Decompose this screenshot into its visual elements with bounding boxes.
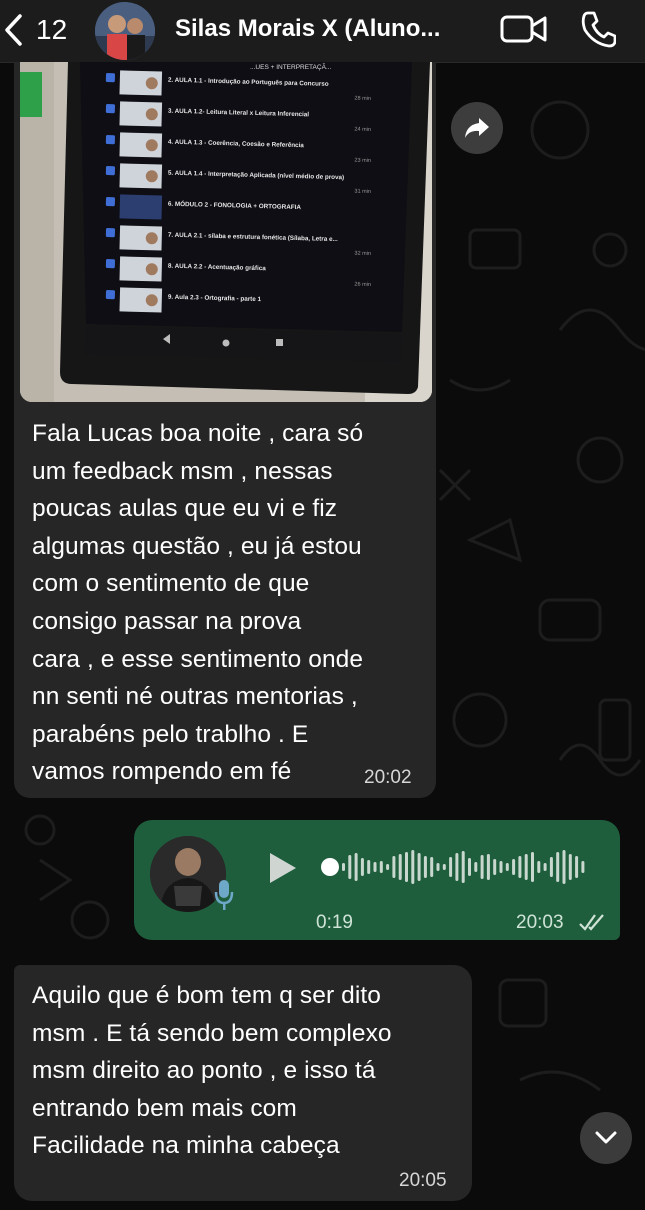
waveform-bar — [360, 858, 364, 876]
waveform-bar — [379, 861, 383, 873]
waveform-bar — [354, 853, 358, 881]
forward-icon — [465, 118, 489, 138]
message-photo[interactable]: ...UES + INTERPRETAÇÃ... 2. AULA 1.1 - In… — [20, 62, 432, 402]
waveform-bar — [480, 855, 484, 879]
svg-text:24 min: 24 min — [354, 127, 371, 133]
scroll-down-button[interactable] — [580, 1112, 632, 1164]
chat-header: 12 Silas Morais X (Aluno... — [0, 0, 645, 63]
waveform-bar — [398, 854, 402, 880]
waveform-bar — [531, 852, 534, 882]
message-time: 20:02 — [364, 767, 412, 788]
video-camera-icon[interactable] — [500, 12, 548, 46]
waveform-bar — [474, 862, 478, 872]
microphone-icon — [214, 880, 234, 910]
chevron-down-icon — [595, 1131, 617, 1144]
waveform-bar — [373, 862, 377, 872]
waveform-bar — [568, 854, 572, 880]
waveform-bar — [392, 856, 396, 878]
waveform-bar — [556, 852, 560, 882]
audio-waveform[interactable] — [320, 842, 592, 892]
waveform-bar — [461, 851, 465, 883]
waveform-bar — [549, 857, 553, 877]
waveform-bar — [411, 850, 415, 884]
waveform-bar — [468, 858, 471, 876]
svg-text:28 min: 28 min — [354, 96, 371, 102]
waveform-bar — [581, 861, 585, 873]
back-button[interactable]: 12 — [2, 10, 82, 50]
waveform-bar — [386, 864, 390, 870]
waveform-bar — [486, 854, 490, 880]
svg-text:26 min: 26 min — [354, 282, 371, 288]
message-time: 20:03 — [516, 912, 564, 933]
waveform-bar — [493, 859, 497, 875]
message-text: Fala Lucas boa noite , cara só um feedba… — [32, 420, 364, 786]
play-icon[interactable] — [266, 850, 300, 886]
svg-text:23 min: 23 min — [354, 158, 371, 164]
waveform-bar — [405, 852, 408, 882]
forward-button[interactable] — [451, 102, 503, 154]
waveform-bar — [575, 856, 579, 878]
waveform-bar — [348, 855, 352, 879]
waveform-bar — [436, 863, 440, 871]
waveform-bar — [417, 853, 421, 881]
voice-duration: 0:19 — [316, 912, 353, 933]
chevron-left-icon — [5, 14, 22, 46]
waveform-bar — [342, 863, 345, 871]
waveform-bar — [442, 864, 446, 870]
lesson-header-text: ...UES + INTERPRETAÇÃ... — [250, 62, 332, 71]
waveform-bar — [562, 850, 566, 884]
waveform-bar — [537, 861, 541, 873]
double-check-icon — [579, 914, 604, 931]
message-text: Aquilo que é bom tem q ser dito msm . E … — [32, 982, 392, 1160]
waveform-bar — [367, 860, 371, 874]
contact-name[interactable]: Silas Morais X (Aluno... — [175, 15, 440, 43]
waveform-bar — [499, 861, 503, 873]
waveform-bar — [423, 856, 427, 878]
svg-text:31 min: 31 min — [354, 189, 371, 195]
waveform-bar — [455, 853, 459, 881]
waveform-bar — [524, 854, 528, 880]
message-time: 20:05 — [399, 1170, 447, 1191]
avatar[interactable] — [95, 2, 155, 60]
phone-icon[interactable] — [580, 10, 616, 48]
svg-text:32 min: 32 min — [354, 251, 371, 257]
waveform-bar — [512, 859, 516, 875]
waveform-bar — [505, 863, 509, 871]
unread-count: 12 — [36, 14, 68, 45]
waveform-bar — [543, 863, 547, 871]
waveform-bar — [449, 857, 453, 877]
waveform-bar — [518, 856, 522, 878]
waveform-bar — [430, 857, 434, 877]
